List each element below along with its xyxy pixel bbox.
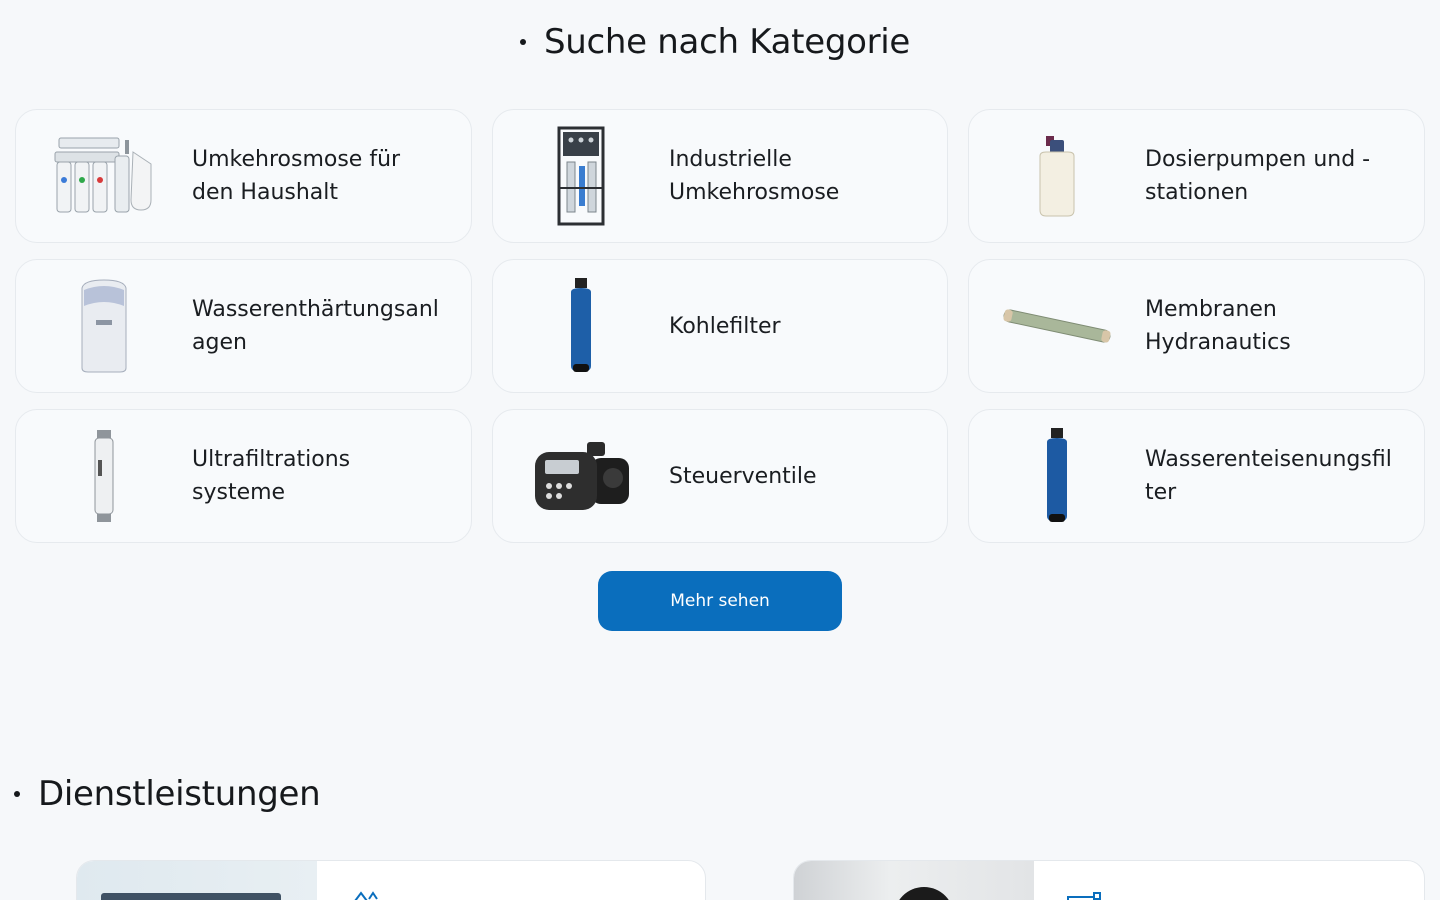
more-button[interactable]: Mehr sehen (598, 571, 842, 631)
category-card-carbon-filter[interactable]: Kohlefilter (492, 259, 948, 393)
service-card[interactable] (793, 860, 1425, 900)
category-card-dosing-pumps[interactable]: Dosierpumpen und - stationen (968, 109, 1425, 243)
iron-removal-filter-icon (969, 410, 1145, 542)
categories-title-text: Suche nach Kategorie (544, 22, 911, 62)
services-title-text: Dienstleistungen (38, 774, 321, 814)
category-card-ultrafiltration[interactable]: Ultrafiltrations systeme (15, 409, 472, 543)
category-label: Wasserenthärtungsanl agen (192, 297, 439, 355)
water-drops-icon (347, 891, 387, 900)
category-card-control-valves[interactable]: Steuerventile (492, 409, 948, 543)
category-label: Dosierpumpen und - stationen (1145, 147, 1371, 205)
service-image (794, 861, 1034, 900)
category-label: Wasserenteisenungsfil ter (1145, 447, 1392, 505)
services-section-title: Dienstleistungen (14, 774, 321, 814)
bullet-dot (14, 791, 20, 797)
industrial-ro-icon (493, 110, 669, 242)
category-card-iron-removal-filter[interactable]: Wasserenteisenungsfil ter (968, 409, 1425, 543)
category-grid: Umkehrosmose für den Haushalt Industriel… (15, 109, 1425, 543)
category-label: Steuerventile (669, 463, 817, 489)
category-card-water-softeners[interactable]: Wasserenthärtungsanl agen (15, 259, 472, 393)
category-card-industrial-ro[interactable]: Industrielle Umkehrosmose (492, 109, 948, 243)
service-image (77, 861, 317, 900)
category-label: Membranen Hydranautics (1145, 297, 1291, 355)
category-label: Umkehrosmose für den Haushalt (192, 147, 401, 205)
dosing-tank-icon (969, 110, 1145, 242)
category-label: Kohlefilter (669, 313, 781, 339)
carbon-filter-icon (493, 260, 669, 392)
service-tool-icon (1064, 891, 1104, 900)
household-ro-system-icon (16, 110, 192, 242)
category-card-membranes[interactable]: Membranen Hydranautics (968, 259, 1425, 393)
ultrafiltration-icon (16, 410, 192, 542)
control-valve-icon (493, 410, 669, 542)
service-card[interactable] (76, 860, 706, 900)
category-card-household-ro[interactable]: Umkehrosmose für den Haushalt (15, 109, 472, 243)
water-softener-icon (16, 260, 192, 392)
categories-section-title: Suche nach Kategorie (520, 22, 910, 62)
bullet-dot (520, 39, 526, 45)
membrane-icon (969, 260, 1145, 392)
category-label: Ultrafiltrations systeme (192, 447, 351, 505)
category-label: Industrielle Umkehrosmose (669, 147, 840, 205)
